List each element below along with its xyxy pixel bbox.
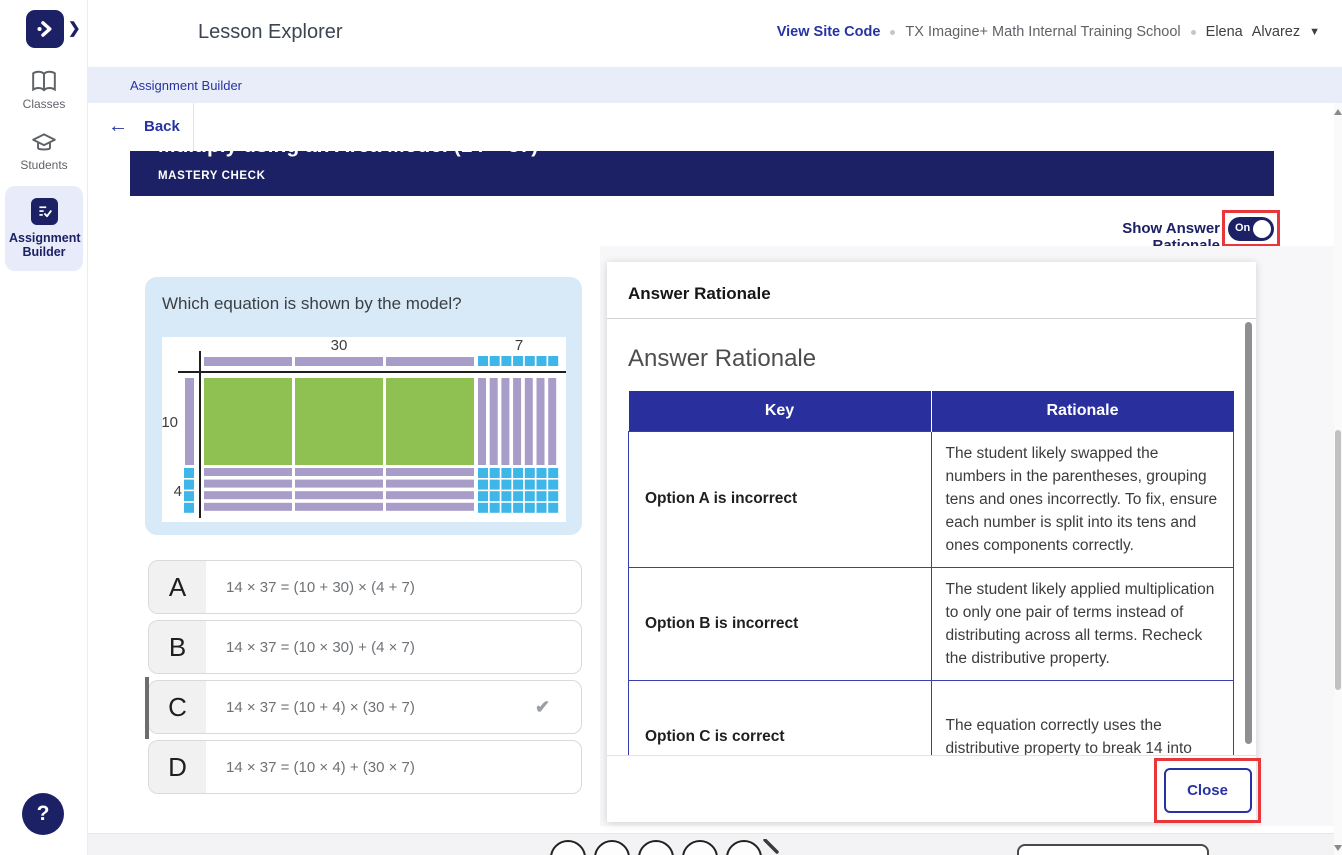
sidebar-item-label: Assignment Builder — [9, 231, 81, 259]
chevron-down-icon: ▼ — [1309, 26, 1320, 38]
column-header-key: Key — [629, 391, 932, 431]
answer-rationale-toggle[interactable]: On — [1228, 217, 1274, 241]
question-prompt: Which equation is shown by the model? — [162, 294, 462, 314]
question-page-circle[interactable] — [726, 840, 762, 855]
answer-option-C[interactable]: C14 × 37 = (10 + 4) × (30 + 7)✔ — [148, 680, 582, 734]
question-page-circle[interactable] — [638, 840, 674, 855]
svg-text:10: 10 — [162, 414, 178, 431]
question-page-circle[interactable] — [682, 840, 718, 855]
question-nav-footer — [88, 833, 1334, 855]
answer-option-B[interactable]: B14 × 37 = (10 × 30) + (4 × 7) — [148, 620, 582, 674]
divider — [193, 103, 194, 151]
scrollbar-thumb[interactable] — [1335, 430, 1341, 690]
help-label: ? — [37, 802, 50, 826]
user-first-name: Elena — [1206, 24, 1243, 40]
area-model-diagram: 30 7 10 4 — [162, 337, 566, 522]
option-letter: D — [149, 741, 206, 793]
area-model-panel: 30 7 10 4 — [162, 337, 566, 522]
graduation-cap-icon — [31, 131, 57, 155]
rationale-cell: The equation correctly uses the distribu… — [931, 680, 1234, 755]
question-card: Which equation is shown by the model? 30… — [145, 277, 582, 535]
svg-text:7: 7 — [515, 337, 523, 354]
book-icon — [31, 70, 57, 94]
svg-text:30: 30 — [331, 337, 348, 354]
rationale-table: Key Rationale Option A is incorrectThe s… — [628, 391, 1234, 755]
option-equation: 14 × 37 = (10 + 4) × (30 + 7) — [206, 681, 535, 733]
app-logo-icon[interactable] — [26, 10, 64, 48]
dot-separator — [1191, 30, 1196, 35]
breadcrumb[interactable]: Assignment Builder — [130, 78, 242, 93]
back-button[interactable]: ← Back — [108, 115, 180, 138]
breadcrumb-bar: Assignment Builder — [88, 67, 1342, 103]
footer-action-button[interactable] — [1017, 844, 1209, 855]
assignment-builder-icon — [31, 198, 58, 225]
key-cell: Option B is incorrect — [629, 567, 932, 680]
rationale-inner-title: Answer Rationale — [628, 345, 1256, 373]
rationale-cell: The student likely applied multiplicatio… — [931, 567, 1234, 680]
back-row: ← Back — [88, 103, 1342, 151]
sidebar-item-classes[interactable]: Classes — [0, 70, 88, 111]
dot-separator — [890, 30, 895, 35]
toggle-state-label: On — [1235, 222, 1250, 234]
answer-option-D[interactable]: D14 × 37 = (10 × 4) + (30 × 7) — [148, 740, 582, 794]
sidebar-item-label: Classes — [23, 97, 66, 111]
scroll-down-arrow-icon[interactable] — [1334, 845, 1342, 851]
table-row: Option B is incorrectThe student likely … — [629, 567, 1234, 680]
panel-title: Answer Rationale — [628, 284, 771, 304]
panel-scrollbar-thumb[interactable] — [1245, 322, 1252, 744]
table-header-row: Key Rationale — [629, 391, 1234, 431]
panel-scroll-area[interactable]: Answer Rationale Key Rationale Option A … — [607, 319, 1256, 755]
help-button[interactable]: ? — [22, 793, 64, 835]
table-row: Option A is incorrectThe student likely … — [629, 431, 1234, 567]
option-letter: B — [149, 621, 206, 673]
option-equation: 14 × 37 = (10 × 30) + (4 × 7) — [206, 621, 581, 673]
top-header: Lesson Explorer View Site Code TX Imagin… — [88, 0, 1342, 67]
question-page-circle[interactable] — [550, 840, 586, 855]
user-last-name: Alvarez — [1252, 24, 1300, 40]
table-row: Option C is correctThe equation correctl… — [629, 680, 1234, 755]
rationale-cell: The student likely swapped the numbers i… — [931, 431, 1234, 567]
school-name: TX Imagine+ Math Internal Training Schoo… — [905, 24, 1180, 40]
sidebar-item-students[interactable]: Students — [0, 131, 88, 172]
annotation-box-toggle: On — [1222, 210, 1280, 247]
sidebar-expand-chevron-icon[interactable]: ❯ — [68, 19, 81, 37]
key-cell: Option A is incorrect — [629, 431, 932, 567]
option-letter: A — [149, 561, 206, 613]
mastery-check-label: MASTERY CHECK — [158, 170, 265, 182]
page-scrollbar[interactable] — [1334, 103, 1342, 855]
correct-check-icon: ✔ — [535, 681, 581, 733]
option-equation: 14 × 37 = (10 × 4) + (30 × 7) — [206, 741, 581, 793]
close-button[interactable]: Close — [1164, 768, 1252, 813]
question-page-circle[interactable] — [594, 840, 630, 855]
header-right-cluster: View Site Code TX Imagine+ Math Internal… — [777, 24, 1320, 40]
option-equation: 14 × 37 = (10 + 30) × (4 + 7) — [206, 561, 581, 613]
lesson-banner: Multiply using an Area Model (14 × 37) M… — [130, 151, 1274, 196]
option-letter: C — [149, 681, 206, 733]
toggle-knob — [1253, 220, 1271, 238]
scroll-up-arrow-icon[interactable] — [1334, 109, 1342, 115]
answer-rationale-panel: Answer Rationale Answer Rationale Key Ra… — [607, 262, 1256, 822]
svg-text:4: 4 — [174, 483, 182, 500]
key-cell: Option C is correct — [629, 680, 932, 755]
sidebar-item-label: Students — [20, 158, 67, 172]
back-label: Back — [144, 118, 180, 135]
panel-footer: Close — [607, 755, 1256, 822]
arrow-logo-icon — [32, 16, 58, 42]
lesson-title-clipped: Multiply using an Area Model (14 × 37) — [158, 151, 538, 158]
page-title: Lesson Explorer — [198, 21, 343, 44]
selected-option-indicator — [145, 677, 149, 739]
user-menu[interactable]: Elena Alvarez ▼ — [1206, 24, 1320, 40]
answer-option-A[interactable]: A14 × 37 = (10 + 30) × (4 + 7) — [148, 560, 582, 614]
sidebar-item-assignment-builder[interactable]: Assignment Builder — [5, 186, 83, 271]
view-site-code-link[interactable]: View Site Code — [777, 24, 881, 40]
next-chevron-icon[interactable] — [760, 839, 782, 855]
annotation-box-close: Close — [1154, 758, 1261, 823]
back-arrow-icon: ← — [108, 115, 128, 138]
sidebar: ❯ Classes Students Assignment Builder ? — [0, 0, 88, 855]
column-header-rationale: Rationale — [931, 391, 1234, 431]
